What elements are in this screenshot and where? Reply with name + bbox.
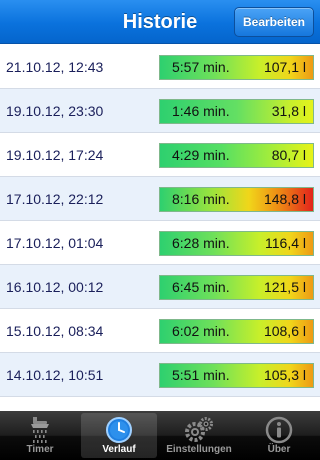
history-date: 16.10.12, 00:12 — [6, 279, 104, 295]
tab-verlauf[interactable]: Verlauf — [81, 413, 157, 458]
history-date: 17.10.12, 22:12 — [6, 191, 104, 207]
tab-bar: Timer Verlauf Einstellungen Über — [0, 411, 320, 460]
usage-bar: 5:51 min. 105,3 l — [159, 363, 314, 388]
history-row[interactable]: 21.10.12, 12:43 5:57 min. 107,1 l — [0, 45, 320, 89]
shower-icon — [31, 417, 49, 443]
tab-timer[interactable]: Timer — [2, 413, 78, 458]
history-date: 17.10.12, 01:04 — [6, 235, 104, 251]
history-duration: 4:29 min. — [172, 147, 230, 163]
usage-bar: 6:02 min. 108,6 l — [159, 319, 314, 344]
history-volume: 116,4 l — [265, 235, 306, 251]
info-icon — [265, 416, 293, 444]
usage-bar: 4:29 min. 80,7 l — [159, 143, 314, 168]
edit-button[interactable]: Bearbeiten — [234, 7, 314, 37]
history-duration: 1:46 min. — [172, 103, 230, 119]
history-date: 21.10.12, 12:43 — [6, 59, 104, 75]
usage-bar: 1:46 min. 31,8 l — [159, 99, 314, 124]
history-volume: 148,8 l — [263, 191, 306, 207]
usage-bar: 8:16 min. 148,8 l — [159, 187, 314, 212]
history-row[interactable]: 19.10.12, 17:24 4:29 min. 80,7 l — [0, 133, 320, 177]
usage-bar: 6:28 min. 116,4 l — [159, 231, 314, 256]
tab-label: Über — [267, 444, 291, 455]
usage-bar: 5:57 min. 107,1 l — [159, 55, 314, 80]
tab-ueber[interactable]: Über — [241, 413, 317, 458]
history-date: 14.10.12, 10:51 — [6, 367, 104, 383]
history-volume: 108,6 l — [263, 323, 306, 339]
history-volume: 31,8 l — [271, 103, 306, 119]
history-row[interactable]: 15.10.12, 08:34 6:02 min. 108,6 l — [0, 309, 320, 353]
history-volume: 105,3 l — [263, 367, 306, 383]
history-duration: 6:45 min. — [172, 279, 230, 295]
tab-label: Verlauf — [102, 444, 136, 455]
history-volume: 80,7 l — [271, 147, 306, 163]
tab-label: Einstellungen — [166, 444, 232, 455]
history-date: 15.10.12, 08:34 — [6, 323, 104, 339]
clock-icon — [106, 417, 132, 443]
tab-einstellungen[interactable]: Einstellungen — [161, 413, 237, 458]
history-row[interactable]: 14.10.12, 10:51 5:51 min. 105,3 l — [0, 353, 320, 397]
history-duration: 5:51 min. — [172, 367, 230, 383]
history-row[interactable]: 17.10.12, 01:04 6:28 min. 116,4 l — [0, 221, 320, 265]
history-row[interactable]: 17.10.12, 22:12 8:16 min. 148,8 l — [0, 177, 320, 221]
history-duration: 5:57 min. — [172, 59, 230, 75]
tab-label: Timer — [26, 444, 54, 455]
history-list: 21.10.12, 12:43 5:57 min. 107,1 l 19.10.… — [0, 45, 320, 411]
navigation-bar: Historie Bearbeiten — [0, 0, 320, 44]
history-row[interactable]: 19.10.12, 23:30 1:46 min. 31,8 l — [0, 89, 320, 133]
history-duration: 8:16 min. — [172, 191, 230, 207]
history-date: 19.10.12, 23:30 — [6, 103, 104, 119]
history-volume: 107,1 l — [263, 59, 306, 75]
history-row[interactable]: 16.10.12, 00:12 6:45 min. 121,5 l — [0, 265, 320, 309]
history-duration: 6:02 min. — [172, 323, 230, 339]
usage-bar: 6:45 min. 121,5 l — [159, 275, 314, 300]
gears-icon — [185, 417, 213, 442]
history-duration: 6:28 min. — [172, 235, 230, 251]
history-row-partial[interactable] — [0, 397, 320, 411]
history-date: 19.10.12, 17:24 — [6, 147, 104, 163]
history-volume: 121,5 l — [263, 279, 306, 295]
